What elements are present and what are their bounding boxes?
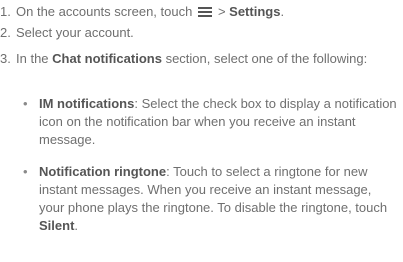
notification-ringtone-label: Notification ringtone — [39, 164, 167, 179]
step-text: On the accounts screen, touch > Settings… — [16, 3, 284, 21]
step-text-separator: > — [214, 4, 230, 19]
step-text: Select your account. — [16, 25, 134, 40]
step-text-end: . — [280, 4, 285, 19]
silent-label: Silent — [39, 218, 75, 233]
step-text-before: In the — [16, 51, 49, 66]
step-text-after: section, select one of the following: — [165, 51, 368, 66]
bullet-marker: • — [23, 164, 28, 179]
menu-icon — [198, 7, 213, 17]
bullet-im-notifications: IM notifications: Select the check box t… — [39, 95, 399, 149]
step-number: 3. — [0, 51, 11, 66]
bullet-notification-ringtone: Notification ringtone: Touch to select a… — [39, 163, 399, 235]
step-3-text: In the Chat notifications section, selec… — [16, 50, 396, 68]
step-text-before: On the accounts screen, touch — [16, 4, 193, 19]
chat-notifications-label: Chat notifications — [52, 51, 162, 66]
instruction-document: 1. On the accounts screen, touch > Setti… — [0, 0, 403, 262]
step-number: 2. — [0, 25, 11, 40]
bullet-marker: • — [23, 96, 28, 111]
settings-label: Settings — [229, 4, 281, 19]
step-number: 1. — [0, 4, 11, 19]
bullet-end: . — [74, 218, 79, 233]
im-notifications-label: IM notifications — [39, 96, 135, 111]
